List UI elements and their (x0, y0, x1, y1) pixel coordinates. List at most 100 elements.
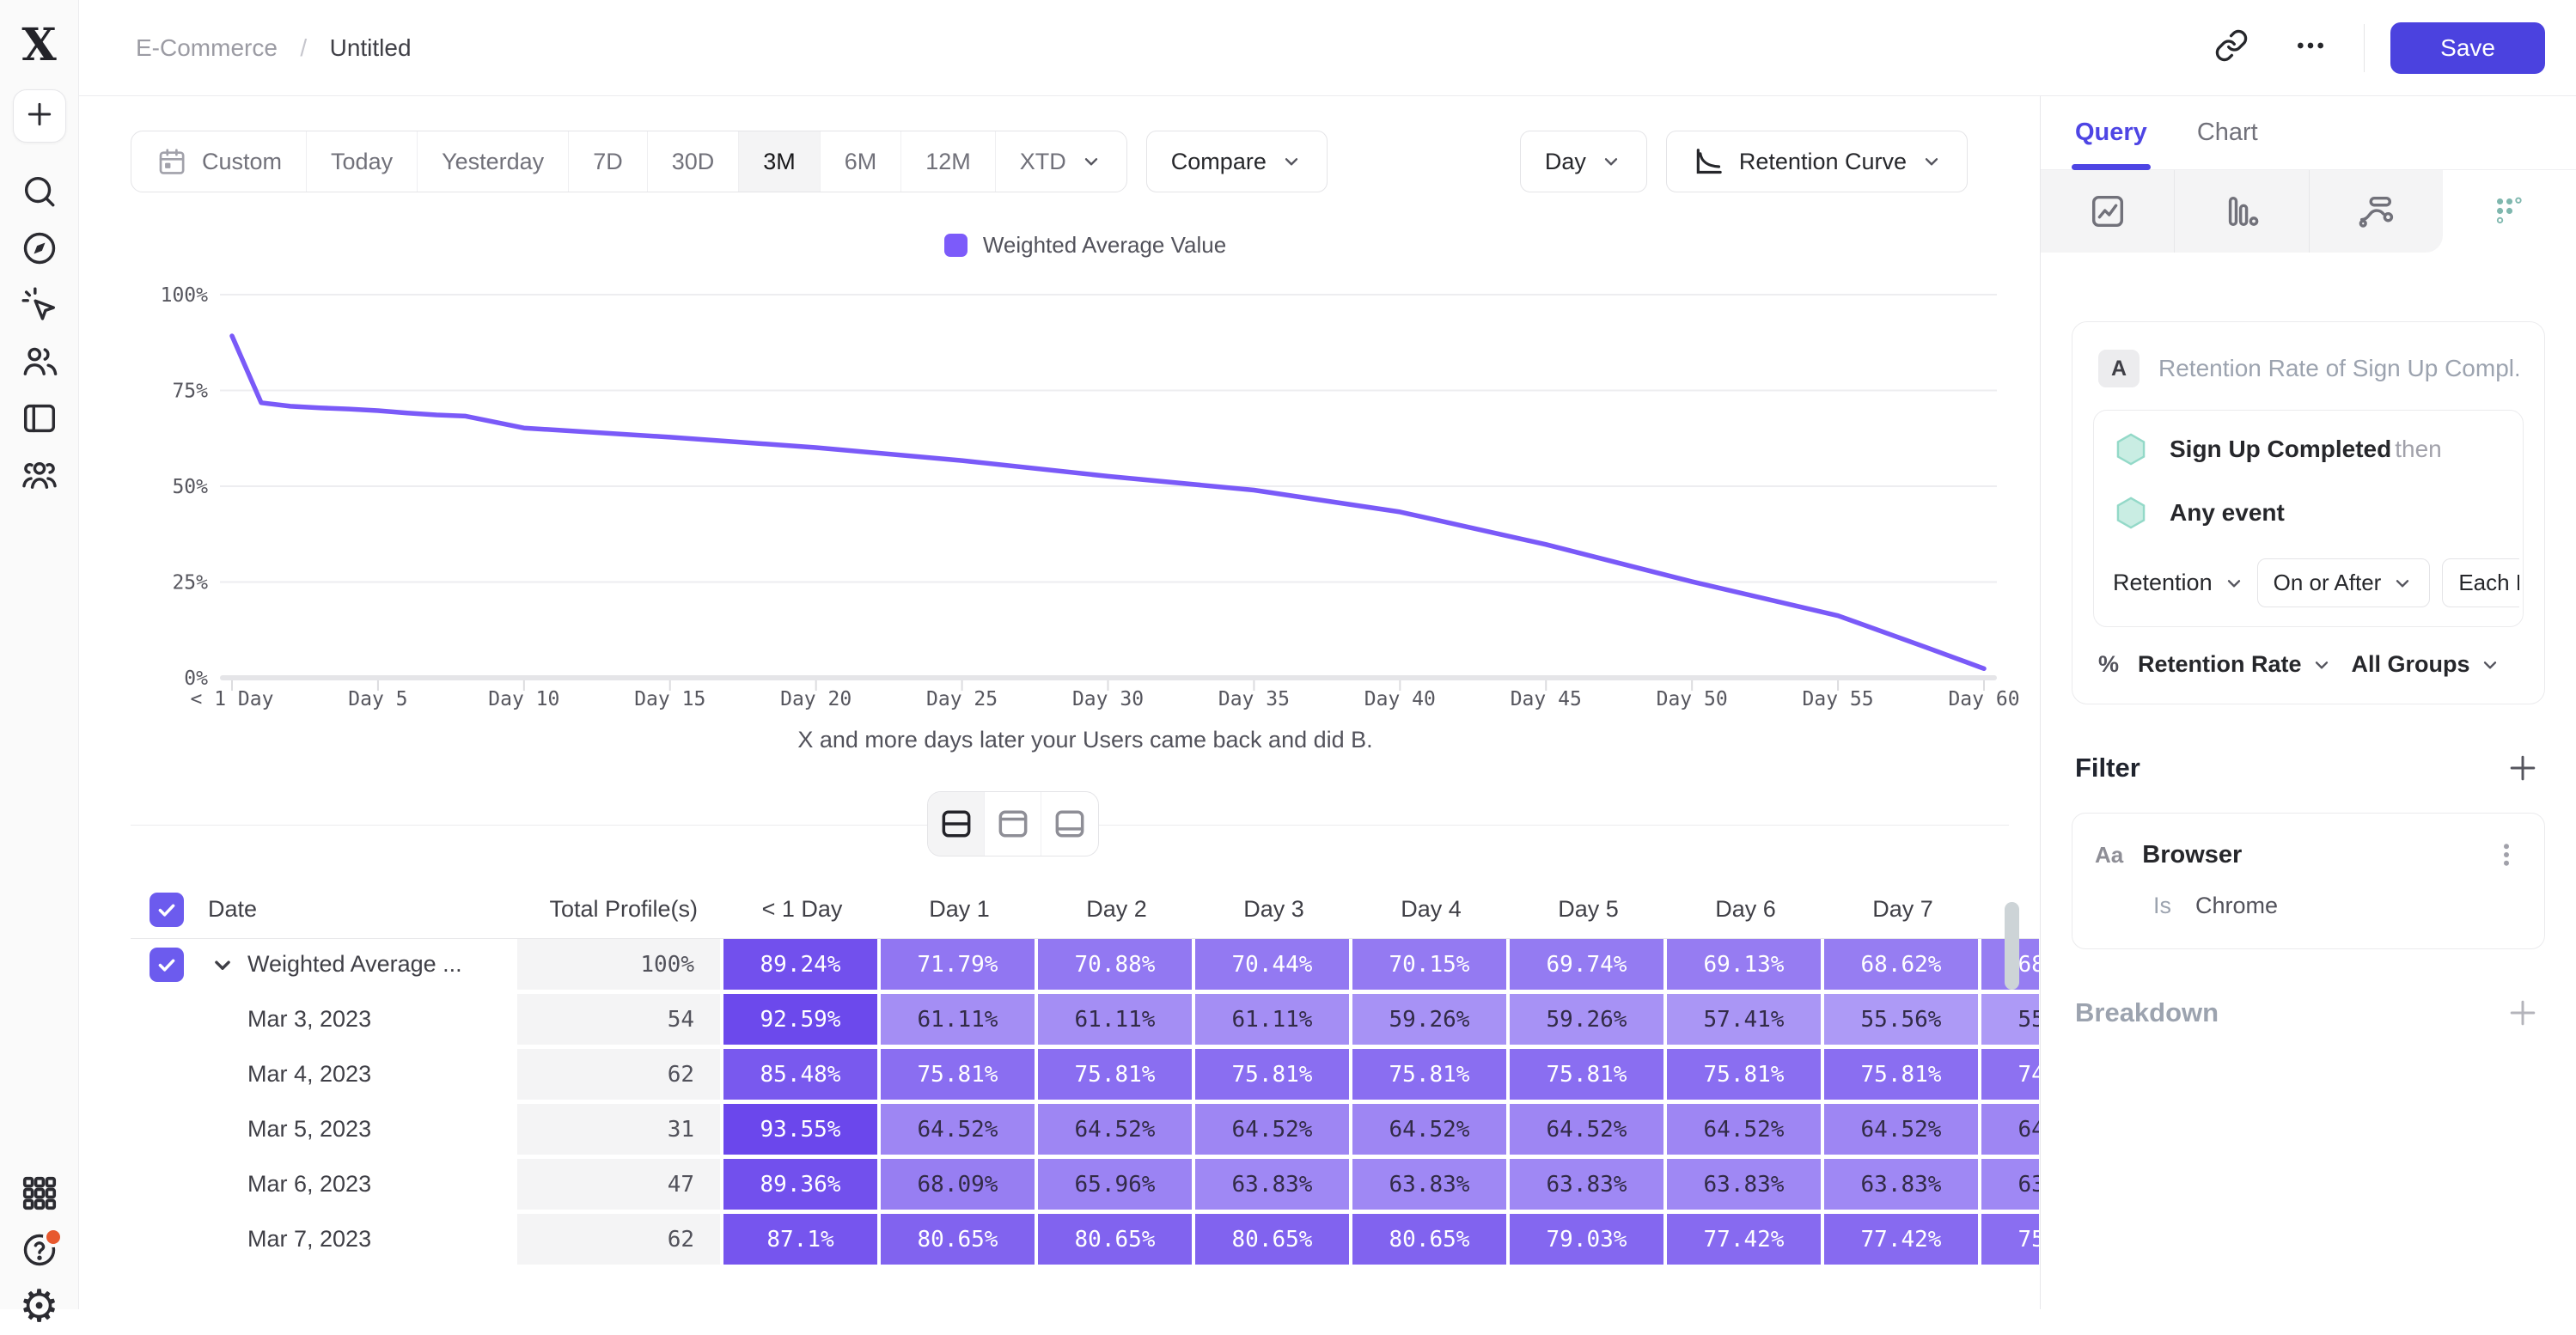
retention-cell: 68.62% (1824, 939, 1981, 994)
column-header-day[interactable]: Day 6 (1667, 881, 1824, 939)
retention-cell: 63.83% (1667, 1159, 1824, 1214)
svg-text:Day 40: Day 40 (1364, 688, 1436, 710)
bucket-dropdown[interactable]: Each Day (2442, 558, 2519, 607)
breadcrumb-current[interactable]: Untitled (330, 34, 412, 61)
range-xtd[interactable]: XTD (996, 131, 1126, 192)
row-total: 31 (517, 1104, 723, 1159)
help-icon[interactable] (12, 1222, 67, 1278)
users-icon[interactable] (12, 333, 67, 390)
layout-split-button[interactable] (928, 792, 985, 856)
query-badge: A (2098, 350, 2140, 387)
tab-query[interactable]: Query (2075, 96, 2147, 169)
add-filter-button[interactable] (2504, 749, 2542, 787)
retention-cell: 55.56% (1824, 994, 1981, 1049)
retention-cell: 77.42% (1824, 1214, 1981, 1269)
tab-flows[interactable] (2310, 170, 2443, 253)
retention-cell: 85.48% (723, 1049, 881, 1104)
event-row-b[interactable]: Any event (2113, 495, 2504, 531)
cohorts-icon[interactable] (12, 447, 67, 503)
vertical-scrollbar-thumb[interactable] (2005, 902, 2019, 990)
column-header-day[interactable]: < 1 Day (723, 881, 881, 939)
row-checkbox[interactable] (150, 893, 184, 927)
column-header-total[interactable]: Total Profile(s) (517, 881, 723, 939)
range-6m[interactable]: 6M (821, 131, 902, 192)
column-header-day[interactable]: Day 2 (1038, 881, 1195, 939)
retention-cell: 80.65% (1195, 1214, 1352, 1269)
retention-cell: 87.1% (723, 1214, 881, 1269)
table-row[interactable]: Mar 4, 20236285.48%75.81%75.81%75.81%75.… (131, 1049, 2039, 1104)
operator-dropdown[interactable]: On or After (2257, 558, 2431, 607)
tab-funnels[interactable] (2175, 170, 2309, 253)
column-header-date[interactable]: Date (131, 881, 517, 939)
settings-gear-icon[interactable]: ⚙ (12, 1278, 67, 1335)
compare-button[interactable]: Compare (1146, 131, 1328, 192)
table-row[interactable]: Mar 3, 20235492.59%61.11%61.11%61.11%59.… (131, 994, 2039, 1049)
kebab-menu-icon[interactable] (2491, 839, 2522, 870)
event-row-a[interactable]: Sign Up Completedthen (2113, 431, 2504, 467)
retention-curve-icon (1691, 144, 1725, 179)
table-row[interactable]: Mar 5, 20233193.55%64.52%64.52%64.52%64.… (131, 1104, 2039, 1159)
table-row[interactable]: Mar 7, 20236287.1%80.65%80.65%80.65%80.6… (131, 1214, 2039, 1269)
column-header-day[interactable]: Day 7 (1824, 881, 1981, 939)
range-today[interactable]: Today (307, 131, 418, 192)
row-total: 62 (517, 1049, 723, 1104)
column-header-day[interactable]: Day 5 (1510, 881, 1667, 939)
table-row[interactable]: Weighted Average ...100%89.24%71.79%70.8… (131, 939, 2039, 994)
retention-cell: 63.83% (1195, 1159, 1352, 1214)
compass-icon[interactable] (12, 220, 67, 277)
retention-mode-dropdown[interactable]: Retention (2113, 570, 2245, 596)
table-row[interactable]: Mar 6, 20234789.36%68.09%65.96%63.83%63.… (131, 1159, 2039, 1214)
svg-text:75%: 75% (172, 381, 208, 403)
save-button[interactable]: Save (2390, 22, 2545, 74)
apps-grid-icon[interactable] (12, 1165, 67, 1222)
range-12m[interactable]: 12M (901, 131, 996, 192)
range-custom[interactable]: Custom (131, 131, 307, 192)
more-options-button[interactable] (2286, 24, 2335, 72)
filter-value[interactable]: Chrome (2195, 893, 2278, 919)
top-view-icon (994, 805, 1032, 843)
column-header-day[interactable]: Day 4 (1352, 881, 1510, 939)
retention-cell: 80.65% (1352, 1214, 1510, 1269)
range-30d[interactable]: 30D (648, 131, 740, 192)
retention-cell: 93.55% (723, 1104, 881, 1159)
library-panel-icon[interactable] (12, 390, 67, 447)
chart-type-dropdown[interactable]: Retention Curve (1666, 131, 1968, 192)
header-divider (2364, 24, 2365, 72)
chevron-down-icon (1920, 150, 1943, 173)
group-dropdown[interactable]: All Groups (2352, 651, 2501, 678)
breadcrumb-parent[interactable]: E-Commerce (136, 34, 278, 61)
retention-cell: 89.36% (723, 1159, 881, 1214)
layout-table-only-button[interactable] (1041, 792, 1098, 856)
retention-grid-icon (2489, 192, 2529, 231)
add-breakdown-button[interactable] (2504, 994, 2542, 1032)
layout-chart-only-button[interactable] (985, 792, 1041, 856)
svg-text:100%: 100% (161, 284, 209, 307)
query-title[interactable]: Retention Rate of Sign Up Compl... (2158, 355, 2518, 382)
range-3m[interactable]: 3M (739, 131, 821, 192)
tab-insights[interactable] (2041, 170, 2175, 253)
column-header-day[interactable]: Day 3 (1195, 881, 1352, 939)
cursor-click-icon[interactable] (12, 277, 67, 333)
filter-item-card[interactable]: Aa Browser Is Chrome (2072, 813, 2545, 949)
text-property-icon: Aa (2095, 842, 2123, 869)
range-yesterday[interactable]: Yesterday (418, 131, 569, 192)
create-button[interactable] (13, 89, 66, 143)
tab-retention[interactable] (2443, 170, 2576, 253)
plus-icon (22, 97, 57, 136)
retention-cell: 79.03% (1510, 1214, 1667, 1269)
column-header-day[interactable]: Day 1 (881, 881, 1038, 939)
row-checkbox[interactable] (150, 948, 184, 982)
share-link-button[interactable] (2207, 24, 2256, 72)
granularity-dropdown[interactable]: Day (1520, 131, 1647, 192)
measure-dropdown[interactable]: Retention Rate (2138, 651, 2333, 678)
expand-chevron-icon[interactable] (208, 950, 237, 979)
tab-chart[interactable]: Chart (2197, 96, 2258, 169)
query-card: A Retention Rate of Sign Up Compl... Sig… (2072, 321, 2545, 704)
search-icon[interactable] (12, 163, 67, 220)
retention-cell: 75.81% (881, 1049, 1038, 1104)
filter-operator[interactable]: Is (2153, 893, 2171, 919)
event-card: Sign Up Completedthen Any event Retentio… (2093, 410, 2524, 627)
retention-cell: 57.41% (1667, 994, 1824, 1049)
range-7d[interactable]: 7D (569, 131, 648, 192)
panel-tabs: Query Chart (2041, 96, 2576, 170)
